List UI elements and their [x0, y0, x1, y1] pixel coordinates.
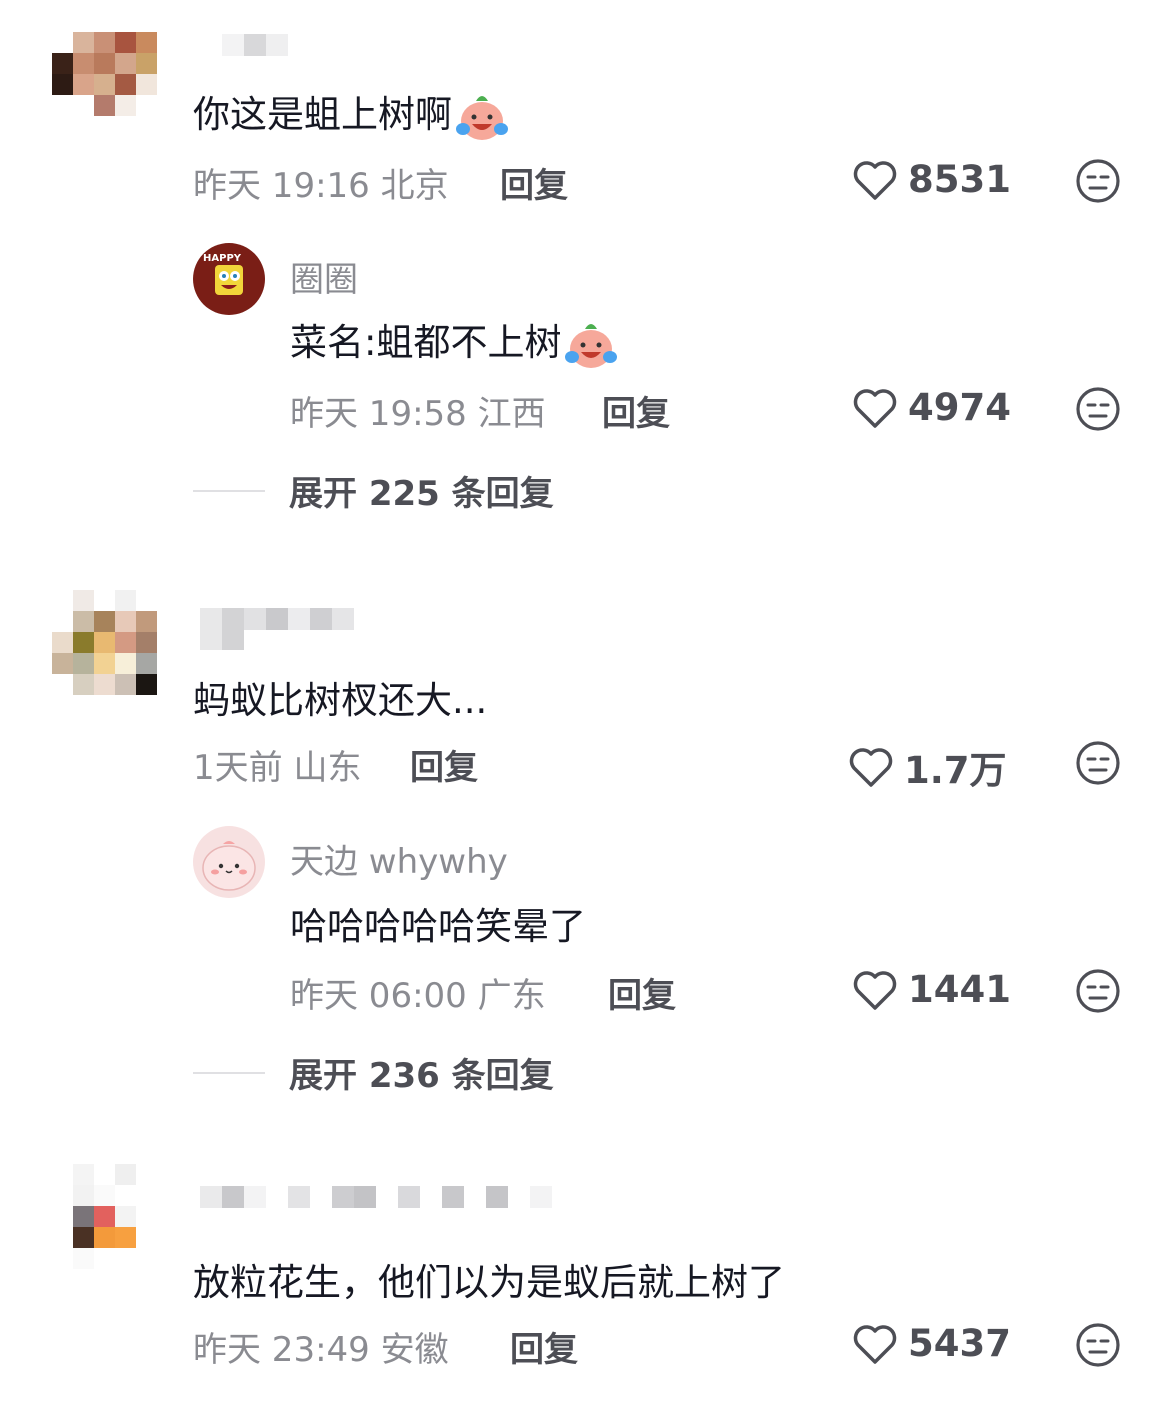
sponge-character-icon: HAPPY	[203, 253, 243, 295]
like-button[interactable]: 1.7万	[848, 740, 1007, 794]
reply-username[interactable]: 天边 whywhy	[290, 834, 508, 883]
like-count: 5437	[908, 1322, 1011, 1365]
expand-label: 展开 225 条回复	[289, 474, 554, 514]
avatar[interactable]	[52, 32, 157, 116]
like-count: 1.7万	[904, 749, 1007, 792]
avatar[interactable]	[52, 1164, 157, 1269]
reply-username[interactable]: 圈圈	[290, 252, 358, 301]
reply-button[interactable]: 回复	[602, 386, 670, 435]
reply-button[interactable]: 回复	[608, 968, 676, 1017]
comment-time-location: 昨天 23:49 安徽	[193, 1330, 449, 1370]
like-button[interactable]: 5437	[852, 1322, 1011, 1365]
heart-outline-icon	[849, 748, 893, 787]
divider	[193, 489, 265, 492]
reply-button[interactable]: 回复	[410, 740, 478, 789]
like-count: 1441	[908, 968, 1011, 1011]
reply-time-location: 昨天 06:00 广东	[290, 976, 546, 1016]
reply-button[interactable]: 回复	[510, 1322, 578, 1371]
reply-avatar[interactable]: HAPPY	[193, 243, 265, 315]
heart-outline-icon	[853, 970, 897, 1010]
like-button[interactable]: 8531	[852, 158, 1011, 201]
username-blurred[interactable]	[222, 34, 288, 56]
neutral-face-icon[interactable]	[1075, 1322, 1121, 1368]
like-button[interactable]: 4974	[852, 386, 1011, 429]
reply-text: 哈哈哈哈哈笑晕了	[290, 905, 586, 948]
expand-replies-button[interactable]: 展开 236 条回复	[193, 1048, 554, 1097]
reply-text: 菜名:蛆都不上树	[290, 312, 619, 371]
like-button[interactable]: 1441	[852, 968, 1011, 1011]
comment-text: 放粒花生，他们以为是蚁后就上树了	[193, 1261, 785, 1304]
comment-text: 蚂蚁比树杈还大...	[193, 679, 488, 722]
reply-button[interactable]: 回复	[500, 158, 568, 207]
avatar[interactable]	[52, 590, 157, 695]
like-count: 4974	[908, 386, 1011, 429]
comment-time-location: 昨天 19:16 北京	[193, 166, 449, 206]
username-blurred[interactable]	[200, 1186, 552, 1208]
reply-avatar[interactable]	[193, 826, 265, 898]
neutral-face-icon[interactable]	[1075, 386, 1121, 432]
comment-time-location: 1天前 山东	[193, 748, 362, 788]
username-blurred[interactable]	[200, 608, 354, 650]
neutral-face-icon[interactable]	[1075, 158, 1121, 204]
heart-outline-icon	[853, 1324, 897, 1364]
crying-laughing-emoji-icon	[565, 323, 618, 368]
crying-laughing-emoji-icon	[456, 95, 508, 140]
neutral-face-icon[interactable]	[1075, 740, 1121, 786]
heart-outline-icon	[853, 160, 897, 200]
pink-blob-character-icon	[202, 841, 256, 891]
heart-outline-icon	[853, 388, 897, 428]
divider	[193, 1071, 265, 1074]
neutral-face-icon[interactable]	[1075, 968, 1121, 1014]
comment-text: 你这是蛆上树啊	[193, 84, 510, 143]
svg-text:HAPPY: HAPPY	[203, 253, 242, 264]
expand-replies-button[interactable]: 展开 225 条回复	[193, 466, 554, 515]
like-count: 8531	[908, 158, 1011, 201]
reply-time-location: 昨天 19:58 江西	[290, 394, 546, 434]
expand-label: 展开 236 条回复	[289, 1056, 554, 1096]
